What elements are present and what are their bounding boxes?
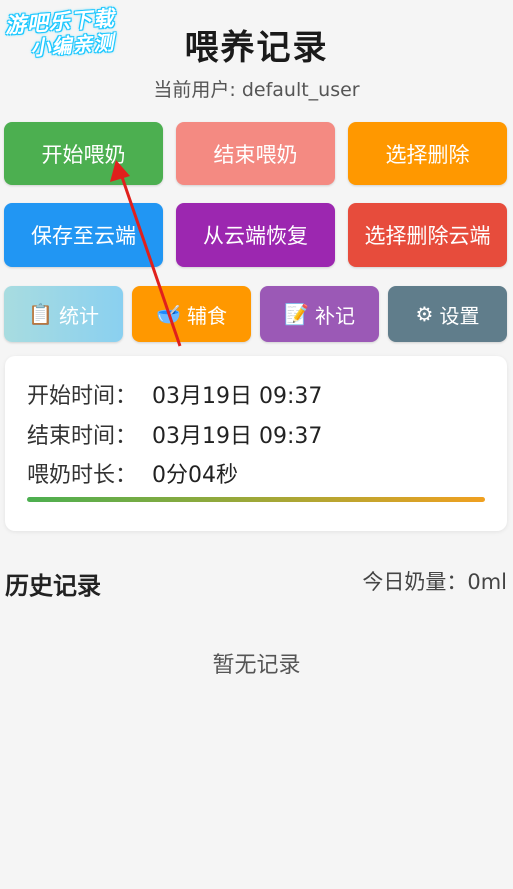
end-time-row: 结束时间： 03月19日 09:37 — [27, 418, 322, 450]
end-feeding-button[interactable]: 结束喂奶 — [176, 122, 335, 185]
gear-icon: ⚙ — [415, 302, 434, 326]
bowl-icon: 🥣 — [156, 302, 181, 326]
solid-food-button[interactable]: 🥣 辅食 — [132, 286, 251, 342]
feeding-session-card: 开始时间： 03月19日 09:37 结束时间： 03月19日 09:37 喂奶时长… — [5, 356, 507, 531]
duration-value: 0分04秒 — [152, 463, 238, 488]
select-delete-cloud-button[interactable]: 选择删除云端 — [348, 203, 507, 267]
history-title: 历史记录 — [5, 572, 101, 600]
duration-row: 喂奶时长： 0分04秒 — [27, 457, 238, 489]
current-user-label: 当前用户: default_user — [153, 79, 360, 101]
start-time-label: 开始时间： — [27, 384, 138, 409]
today-milk-amount: 今日奶量：0ml — [362, 570, 507, 594]
solid-food-label: 辅食 — [186, 303, 227, 328]
feeding-progress-bar — [27, 497, 485, 502]
settings-label: 设置 — [439, 303, 480, 328]
add-record-button[interactable]: 📝 补记 — [260, 286, 379, 342]
duration-label: 喂奶时长： — [27, 463, 138, 488]
save-to-cloud-button[interactable]: 保存至云端 — [4, 203, 163, 267]
start-time-value: 03月19日 09:37 — [152, 384, 323, 409]
add-record-label: 补记 — [314, 303, 355, 328]
clipboard-icon: 📋 — [28, 302, 53, 326]
page-title: 喂养记录 — [184, 28, 329, 68]
start-time-row: 开始时间： 03月19日 09:37 — [27, 378, 322, 410]
start-feeding-button[interactable]: 开始喂奶 — [4, 122, 163, 185]
end-time-value: 03月19日 09:37 — [152, 424, 323, 449]
empty-history-text: 暂无记录 — [212, 653, 301, 678]
settings-button[interactable]: ⚙ 设置 — [388, 286, 507, 342]
select-delete-button[interactable]: 选择删除 — [348, 122, 507, 185]
end-time-label: 结束时间： — [27, 424, 138, 449]
restore-from-cloud-button[interactable]: 从云端恢复 — [176, 203, 335, 267]
memo-icon: 📝 — [284, 302, 309, 326]
stats-label: 统计 — [58, 303, 99, 328]
stats-button[interactable]: 📋 统计 — [4, 286, 123, 342]
